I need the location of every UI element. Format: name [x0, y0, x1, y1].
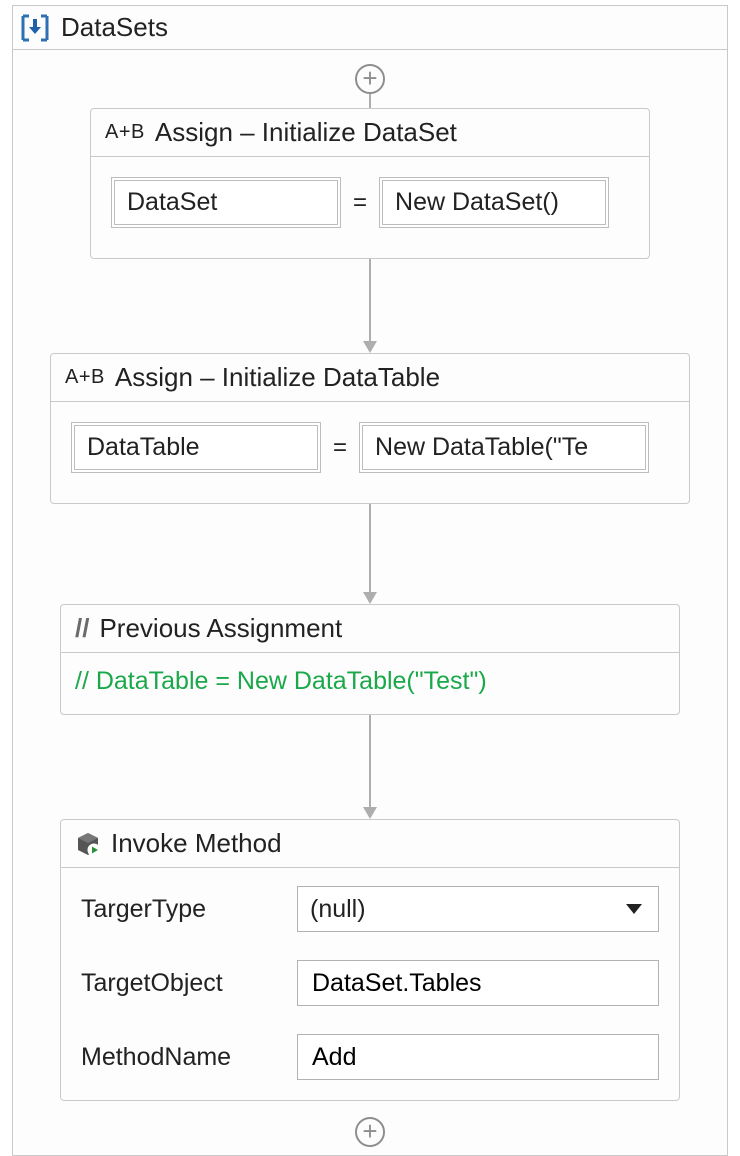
assign-to-field[interactable]: [71, 422, 321, 473]
cube-play-icon: [75, 831, 101, 857]
connector: [369, 94, 371, 108]
sequence-title: DataSets: [61, 12, 168, 43]
invoke-method-activity[interactable]: Invoke Method TargerType (null) TargetOb…: [60, 819, 680, 1101]
comment-body: // DataTable = New DataTable("Test"): [61, 653, 679, 714]
assign-body: =: [91, 157, 649, 258]
activity-title: Assign – Initialize DataTable: [115, 362, 440, 393]
activity-title: Invoke Method: [111, 828, 282, 859]
add-icon: +: [362, 1118, 377, 1144]
sequence-activity[interactable]: DataSets + A+B Assign – Initialize DataS…: [12, 5, 728, 1156]
comment-activity-previous-assignment[interactable]: // Previous Assignment // DataTable = Ne…: [60, 604, 680, 715]
assign-icon: A+B: [65, 366, 105, 389]
assign-activity-initialize-datatable[interactable]: A+B Assign – Initialize DataTable =: [50, 353, 690, 504]
assign-value-input[interactable]: [393, 187, 595, 218]
assign-value-field[interactable]: [359, 422, 649, 473]
assign-to-input[interactable]: [125, 187, 327, 218]
target-type-label: TargerType: [81, 895, 281, 924]
equals-label: =: [333, 434, 347, 462]
connector: [363, 504, 377, 604]
activity-header[interactable]: Invoke Method: [61, 820, 679, 868]
activity-title: Assign – Initialize DataSet: [155, 117, 457, 148]
target-object-label: TargetObject: [81, 969, 281, 998]
add-icon: +: [362, 65, 377, 91]
workflow-canvas: DataSets + A+B Assign – Initialize DataS…: [0, 5, 740, 1148]
assign-icon: A+B: [105, 121, 145, 144]
connector: [363, 259, 377, 353]
assign-activity-initialize-dataset[interactable]: A+B Assign – Initialize DataSet =: [90, 108, 650, 259]
target-type-select[interactable]: (null): [297, 886, 659, 932]
invoke-body: TargerType (null) TargetObject MethodNam…: [61, 868, 679, 1100]
activity-title: Previous Assignment: [99, 613, 342, 644]
target-object-field[interactable]: [297, 960, 659, 1006]
method-name-input[interactable]: [310, 1042, 646, 1073]
chevron-down-icon: [626, 904, 642, 914]
sequence-header[interactable]: DataSets: [13, 6, 727, 50]
datasets-icon: [19, 14, 51, 42]
sequence-body: + A+B Assign – Initialize DataSet =: [13, 50, 727, 1155]
method-name-field[interactable]: [297, 1034, 659, 1080]
assign-to-input[interactable]: [85, 432, 307, 463]
target-type-value: (null): [310, 895, 366, 924]
activity-header[interactable]: A+B Assign – Initialize DataSet: [91, 109, 649, 157]
activity-header[interactable]: A+B Assign – Initialize DataTable: [51, 354, 689, 402]
activity-header[interactable]: // Previous Assignment: [61, 605, 679, 653]
target-object-input[interactable]: [310, 968, 646, 999]
assign-body: =: [51, 402, 689, 503]
equals-label: =: [353, 189, 367, 217]
method-name-label: MethodName: [81, 1043, 281, 1072]
connector: [363, 715, 377, 819]
assign-value-field[interactable]: [379, 177, 609, 228]
assign-to-field[interactable]: [111, 177, 341, 228]
add-activity-top[interactable]: +: [355, 64, 385, 94]
comment-icon: //: [75, 613, 89, 644]
assign-value-input[interactable]: [373, 432, 635, 463]
